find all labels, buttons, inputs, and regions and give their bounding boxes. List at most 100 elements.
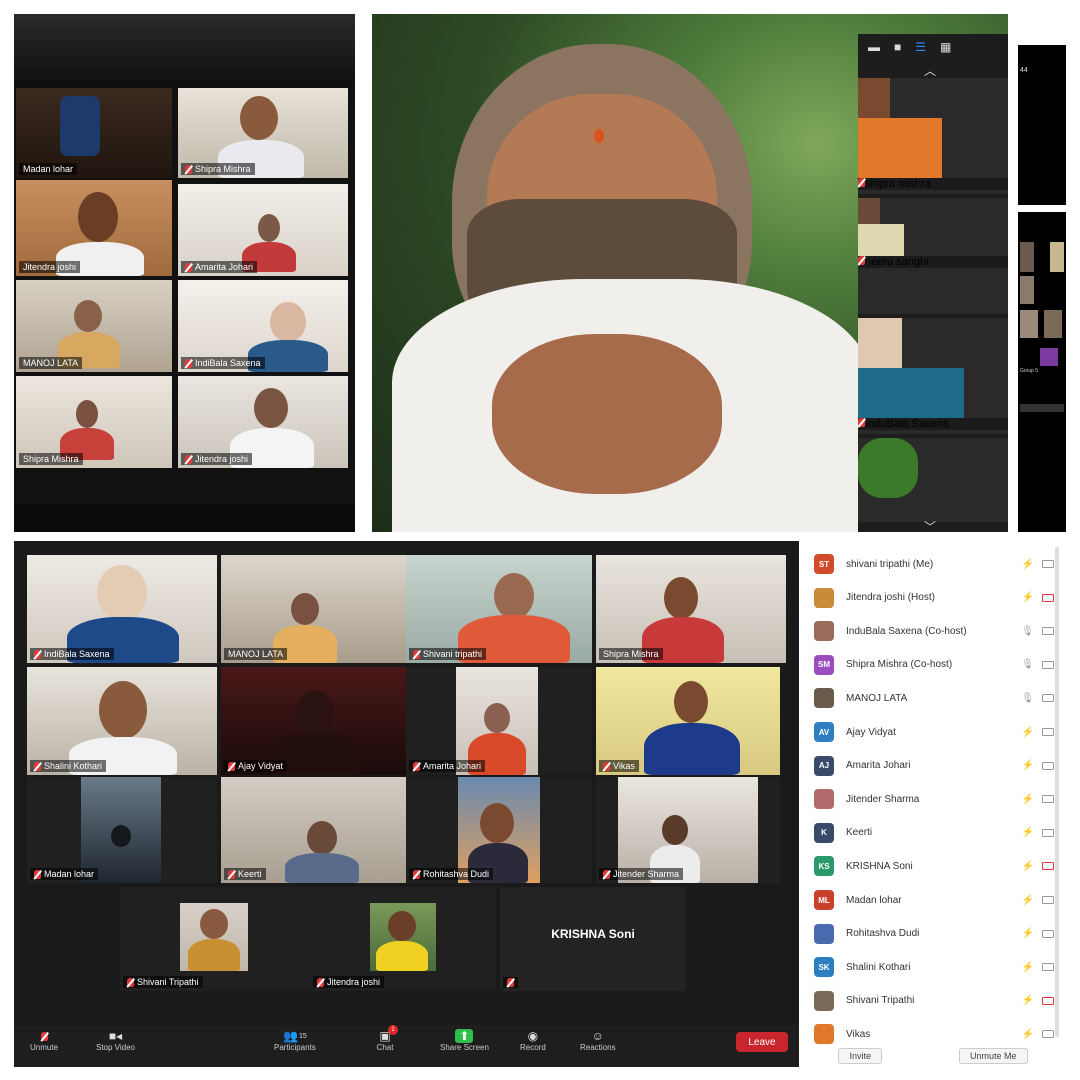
stop-video-button[interactable]: ■◂ Stop Video xyxy=(96,1029,135,1052)
unmute-me-button[interactable]: Unmute Me xyxy=(958,1048,1028,1064)
video-tile[interactable]: Madan lohar xyxy=(27,777,217,883)
unmute-button[interactable]: Unmute xyxy=(30,1029,58,1052)
video-off-icon[interactable] xyxy=(1042,660,1054,669)
chat-button[interactable]: ▣ 1 Chat xyxy=(376,1025,398,1052)
mic-icon[interactable]: 🎙 xyxy=(1021,693,1034,704)
participant-row[interactable]: SK Shalini Kothari ⚡ xyxy=(814,954,1054,980)
mic-muted-icon[interactable]: ⚡ xyxy=(1022,827,1034,838)
participant-row[interactable]: Rohitashva Dudi ⚡ xyxy=(814,921,1054,947)
mic-muted-icon[interactable]: ⚡ xyxy=(1022,962,1034,973)
mic-muted-icon[interactable]: ⚡ xyxy=(1022,928,1034,939)
video-off-icon[interactable] xyxy=(1042,761,1054,770)
strip-tile[interactable]: InduBala Saxena xyxy=(858,318,1008,434)
share-screen-button[interactable]: ⬆ Share Screen xyxy=(440,1029,489,1052)
video-tile-active-speaker[interactable]: Jitendra joshi xyxy=(16,180,172,276)
participant-row[interactable]: Jitendra joshi (Host) ⚡ xyxy=(814,585,1054,611)
mic-muted-icon xyxy=(34,649,41,659)
scroll-up-icon[interactable]: ︿ xyxy=(924,62,936,79)
mic-muted-icon[interactable]: ⚡ xyxy=(1022,592,1034,603)
participant-row[interactable]: K Keerti ⚡ xyxy=(814,820,1054,846)
video-tile[interactable]: Amarita Johari xyxy=(406,667,592,775)
video-tile[interactable]: Keerti xyxy=(221,777,411,883)
video-off-icon[interactable] xyxy=(1042,929,1054,938)
mic-muted-icon xyxy=(185,262,192,272)
video-tile[interactable]: Jitendra joshi xyxy=(178,376,348,468)
mic-muted-icon[interactable]: ⚡ xyxy=(1022,760,1034,771)
participant-status: ⚡ xyxy=(1020,827,1054,838)
video-tile[interactable]: Jitendra joshi xyxy=(310,887,496,991)
video-tile[interactable]: Shipra Mishra xyxy=(16,376,172,468)
video-off-icon[interactable] xyxy=(1042,560,1054,568)
invite-button[interactable]: Invite xyxy=(838,1048,882,1064)
video-tile[interactable]: IndiBala Saxena xyxy=(178,280,348,372)
video-off-icon[interactable] xyxy=(1042,996,1054,1005)
mic-muted-icon[interactable]: ⚡ xyxy=(1022,1029,1034,1040)
video-tile[interactable]: Shivani tripathi xyxy=(406,555,592,663)
video-tile-no-video[interactable]: KRISHNA Soni xyxy=(500,887,686,991)
mic-muted-icon[interactable]: ⚡ xyxy=(1022,995,1034,1006)
strip-view-icon[interactable]: ☰ xyxy=(915,40,926,54)
video-off-icon[interactable] xyxy=(1042,1030,1054,1039)
participants-scrollbar[interactable] xyxy=(1055,547,1059,1037)
avatar: SM xyxy=(814,654,834,675)
record-button[interactable]: ◉ Record xyxy=(520,1029,546,1052)
minimize-icon[interactable]: ▬ xyxy=(868,40,880,54)
video-off-icon[interactable] xyxy=(1042,694,1054,703)
participant-row[interactable]: Shivani Tripathi ⚡ xyxy=(814,988,1054,1014)
strip-tile[interactable] xyxy=(858,438,1008,522)
video-tile-active-speaker[interactable]: IndiBala Saxena xyxy=(27,555,217,663)
participant-name: Shalini Kothari xyxy=(846,961,911,973)
video-off-icon[interactable] xyxy=(1042,862,1054,871)
grid-view-icon[interactable]: ▦ xyxy=(940,40,951,54)
video-tile[interactable]: Ajay Vidyat xyxy=(221,667,411,775)
video-off-icon[interactable] xyxy=(1042,896,1054,904)
video-off-icon[interactable] xyxy=(1042,963,1054,972)
reactions-button[interactable]: ☺ Reactions xyxy=(580,1029,616,1052)
participant-row[interactable]: KS KRISHNA Soni ⚡ xyxy=(814,853,1054,879)
video-tile[interactable]: Jitender Sharma xyxy=(596,777,780,883)
video-tile[interactable]: Amarita Johari xyxy=(178,184,348,276)
mic-muted-icon[interactable]: ⚡ xyxy=(1022,895,1034,906)
video-tile[interactable]: Shipra Mishra xyxy=(178,88,348,178)
video-tile[interactable]: Rohitashva Dudi xyxy=(406,777,592,883)
participant-row[interactable]: ML Madan lohar ⚡ xyxy=(814,887,1054,913)
participant-row[interactable]: InduBala Saxena (Co-host) 🎙 xyxy=(814,618,1054,644)
video-tile[interactable]: Shalini Kothari xyxy=(27,667,217,775)
scroll-down-icon[interactable]: ﹀ xyxy=(924,518,936,532)
participants-panel: ST shivani tripathi (Me) ⚡ Jitendra joshi (… xyxy=(800,541,1066,1067)
participant-row[interactable]: AV Ajay Vidyat ⚡ xyxy=(814,719,1054,745)
video-off-icon[interactable] xyxy=(1042,828,1054,837)
participant-row[interactable]: Jitender Sharma ⚡ xyxy=(814,786,1054,812)
video-off-icon[interactable] xyxy=(1042,627,1054,636)
strip-tile[interactable]: neeru sanghi xyxy=(858,198,1008,314)
video-tile[interactable]: MANOJ LATA xyxy=(16,280,172,372)
participant-row[interactable]: SM Shipra Mishra (Co-host) 🎙 xyxy=(814,652,1054,678)
mic-muted-icon[interactable]: ⚡ xyxy=(1022,727,1034,738)
speaker-view-icon[interactable]: ■ xyxy=(894,40,901,54)
mic-muted-icon[interactable]: ⚡ xyxy=(1022,794,1034,805)
participant-row[interactable]: ST shivani tripathi (Me) ⚡ xyxy=(814,551,1054,577)
video-off-icon[interactable] xyxy=(1042,795,1054,804)
chat-icon: ▣ 1 xyxy=(376,1025,398,1043)
mic-icon[interactable]: 🎙 xyxy=(1021,626,1034,637)
video-off-icon[interactable] xyxy=(1042,593,1054,602)
participant-row[interactable]: Vikas ⚡ xyxy=(814,1021,1054,1047)
avatar xyxy=(814,587,834,608)
participant-status: ⚡ xyxy=(1020,861,1054,872)
participants-button[interactable]: 👥 15 Participants xyxy=(274,1029,316,1052)
mini-tile xyxy=(1020,310,1038,338)
video-tile[interactable]: Shipra Mishra xyxy=(596,555,786,663)
participant-row[interactable]: AJ Amarita Johari ⚡ xyxy=(814,753,1054,779)
video-tile[interactable]: Shivani Tripathi xyxy=(120,887,310,991)
video-tile[interactable]: Madan lohar xyxy=(16,88,172,178)
participant-status: ⚡ xyxy=(1020,962,1054,973)
strip-tile[interactable]: shipra mishra xyxy=(858,78,1008,194)
video-tile[interactable]: MANOJ LATA xyxy=(221,555,411,663)
video-off-icon[interactable] xyxy=(1042,728,1054,736)
mic-muted-icon[interactable]: ⚡ xyxy=(1022,559,1034,570)
mic-muted-icon[interactable]: ⚡ xyxy=(1022,861,1034,872)
video-tile[interactable]: Vikas xyxy=(596,667,780,775)
participant-row[interactable]: MANOJ LATA 🎙 xyxy=(814,685,1054,711)
mic-icon[interactable]: 🎙 xyxy=(1021,659,1034,670)
leave-button[interactable]: Leave xyxy=(736,1032,788,1052)
